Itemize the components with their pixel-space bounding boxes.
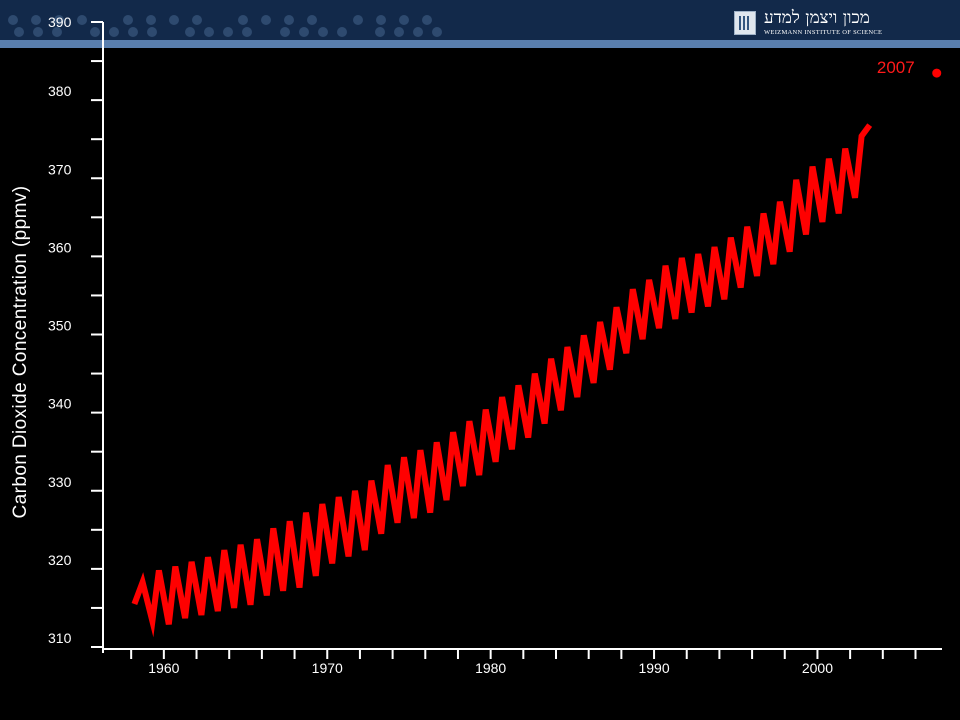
- co2-series-line: [131, 123, 873, 638]
- x-tick-label: 2000: [802, 660, 833, 676]
- x-tick-label: 1990: [638, 660, 669, 676]
- y-tick-label: 320: [48, 552, 72, 568]
- annotation-point: [932, 68, 942, 78]
- y-tick-label: 330: [48, 474, 72, 490]
- y-tick-label: 390: [48, 14, 72, 30]
- y-tick-label: 360: [48, 239, 72, 255]
- x-tick-label: 1970: [312, 660, 343, 676]
- y-tick-label: 350: [48, 318, 72, 334]
- y-tick-label: 380: [48, 83, 72, 99]
- y-tick-label: 370: [48, 161, 72, 177]
- x-tick-label: 1960: [148, 660, 179, 676]
- x-tick-label: 1980: [475, 660, 506, 676]
- y-tick-label: 340: [48, 396, 72, 412]
- y-axis-label: Carbon Dioxide Concentration (ppmv): [10, 186, 31, 519]
- co2-chart: 310 320 330 340 350 360 370 380 390 1960 1970 1980 1…: [10, 14, 942, 676]
- y-tick-label: 310: [48, 630, 72, 646]
- axes: 310 320 330 340 350 360 370 380 390 1960 1970 1980 1…: [48, 14, 942, 676]
- series-group: [131, 123, 873, 638]
- annotation-group: 2007: [877, 58, 942, 78]
- annotation-label: 2007: [877, 58, 915, 77]
